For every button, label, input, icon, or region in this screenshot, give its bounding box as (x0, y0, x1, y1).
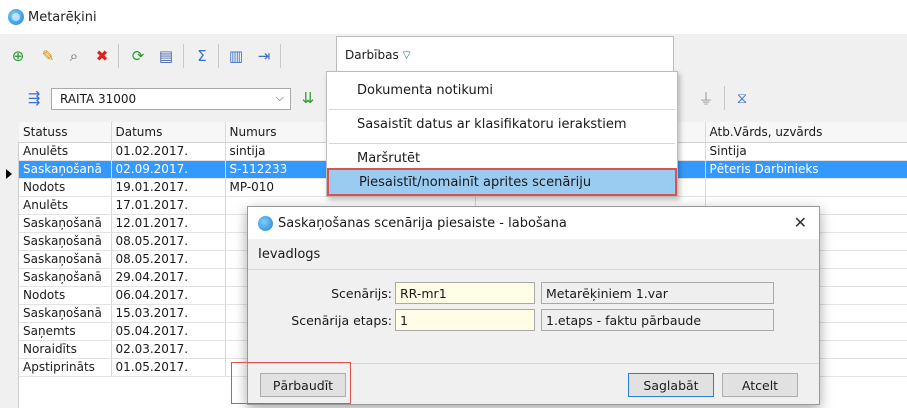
column-header-responsible[interactable]: Atb.Vārds, uzvārds (705, 122, 907, 143)
menu-item-link-classifier[interactable]: Sasaistīt datus ar klasifikatoru ierakst… (327, 110, 677, 138)
dialog-globe-icon (258, 216, 273, 231)
table-cell: 02.03.2017. (111, 340, 226, 359)
current-row-pointer-icon (6, 169, 12, 179)
table-cell: Noraidīts (19, 340, 112, 359)
columns-icon[interactable]: ▥ (224, 44, 248, 68)
window-title: Metarēķini (28, 9, 97, 25)
refresh-icon[interactable]: ⟳ (126, 44, 150, 68)
dialog-title: Saskaņošanas scenārija piesaiste - laboš… (278, 215, 567, 231)
sum-icon[interactable]: Σ (190, 44, 214, 68)
stage-field[interactable]: 1 (395, 309, 535, 331)
table-cell: 01.05.2017. (111, 358, 226, 377)
actions-dropdown-button[interactable]: Darbības ▽ (336, 36, 674, 73)
table-cell: Saskaņošanā (19, 250, 112, 269)
save-button[interactable]: Saglabāt (628, 373, 714, 397)
title-bar: Metarēķini (0, 0, 907, 34)
table-cell: 01.02.2017. (111, 142, 226, 161)
main-window: Metarēķini ⊕ ✎ ⌕ ✖ ⟳ ▤ Σ ▥ ⇥ Darbības ▽ … (0, 0, 907, 408)
funnel-icon[interactable]: ⏚ (694, 86, 718, 110)
close-icon[interactable]: ✕ (794, 213, 807, 232)
table-cell: Saņemts (19, 322, 112, 341)
filter-icon[interactable]: ⇶ (22, 86, 46, 110)
annotation-highlight (231, 362, 351, 404)
clear-filter-icon[interactable]: ⧖ (730, 86, 754, 110)
tree-icon[interactable]: ⇥ (252, 44, 276, 68)
table-cell: Saskaņošanā (19, 232, 112, 251)
scenario-field[interactable]: RR-mr1 (395, 282, 535, 304)
stage-description: 1.etaps - faktu pārbaude (541, 309, 774, 331)
delete-icon[interactable]: ✖ (90, 44, 114, 68)
app-globe-icon (8, 9, 24, 25)
menu-item-attach-scenario[interactable]: Piesaistīt/nomainīt aprites scenāriju (327, 168, 677, 196)
table-cell: 06.04.2017. (111, 286, 226, 305)
new-document-icon[interactable]: ⊕ (6, 44, 30, 68)
table-cell: Nodots (19, 286, 112, 305)
table-cell: 29.04.2017. (111, 268, 226, 287)
scenario-label: Scenārijs: (331, 286, 392, 301)
binoculars-icon[interactable]: ⌕ (62, 44, 86, 68)
table-cell: 08.05.2017. (111, 232, 226, 251)
table-cell: 17.01.2017. (111, 196, 226, 215)
tab-input[interactable]: Ievadlogs (258, 247, 320, 262)
stage-label: Scenārija etaps: (291, 313, 392, 328)
edit-icon[interactable]: ✎ (36, 44, 60, 68)
table-cell: 02.09.2017. (111, 160, 226, 179)
actions-label: Darbības (345, 48, 399, 62)
column-header-status[interactable]: Statuss (19, 122, 112, 143)
scenario-description: Metarēķiniem 1.var (541, 282, 774, 304)
table-cell: Apstiprināts (19, 358, 112, 377)
table-cell: Saskaņošanā (19, 214, 112, 233)
column-header-date[interactable]: Datums (111, 122, 226, 143)
table-cell: Saskaņošanā (19, 268, 112, 287)
table-cell: 19.01.2017. (111, 178, 226, 197)
table-cell: Saskaņošanā (19, 160, 112, 179)
cancel-button[interactable]: Atcelt (722, 373, 798, 397)
chevron-down-icon: ▽ (402, 49, 411, 61)
table-cell: 08.05.2017. (111, 250, 226, 269)
row-header-column (0, 142, 19, 408)
menu-item-document-events[interactable]: Dokumenta notikumi (327, 76, 677, 104)
apply-filter-icon[interactable]: ⇊ (296, 86, 320, 110)
table-cell: Anulēts (19, 142, 112, 161)
print-icon[interactable]: ▤ (154, 44, 178, 68)
table-cell: Saskaņošanā (19, 304, 112, 323)
table-cell: 12.01.2017. (111, 214, 226, 233)
table-cell: Anulēts (19, 196, 112, 215)
table-cell: Sintija (705, 142, 907, 161)
department-combo[interactable]: RAITA 31000 ⌵ (51, 88, 291, 110)
actions-menu: Dokumenta notikumi Sasaistīt datus ar kl… (326, 71, 678, 197)
table-cell (705, 178, 907, 197)
table-cell: Nodots (19, 178, 112, 197)
table-cell: Pēteris Darbinieks (705, 160, 907, 179)
table-cell: 15.03.2017. (111, 304, 226, 323)
dialog-title-bar: Saskaņošanas scenārija piesaiste - laboš… (248, 207, 819, 239)
chevron-down-icon[interactable]: ⌵ (276, 91, 284, 105)
combo-value: RAITA 31000 (60, 92, 137, 106)
table-cell: 05.04.2017. (111, 322, 226, 341)
